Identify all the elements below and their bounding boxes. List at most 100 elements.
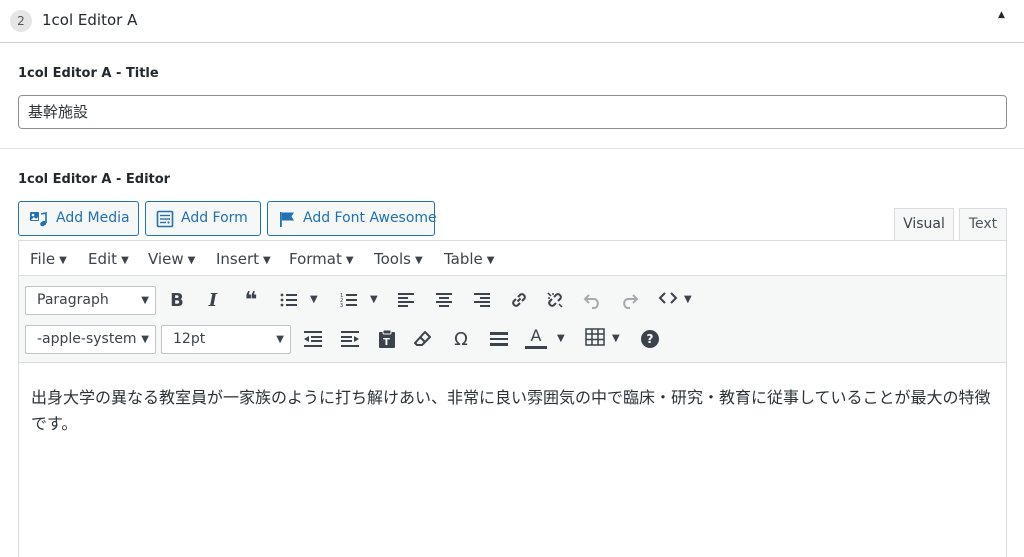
link-button[interactable] — [506, 287, 532, 313]
chevron-down-icon: ▼ — [414, 255, 423, 266]
flag-icon — [280, 211, 294, 227]
menu-table[interactable]: Table ▼ — [444, 250, 495, 268]
menu-tools-label: Tools — [374, 250, 411, 268]
chevron-down-icon: ▼ — [263, 255, 271, 266]
undo-icon — [583, 294, 599, 309]
table-button[interactable] — [582, 324, 608, 350]
numbered-list-dropdown-icon[interactable]: ▼ — [370, 294, 378, 305]
align-left-icon — [398, 293, 414, 307]
tab-visual[interactable]: Visual — [894, 208, 954, 241]
text-color-button[interactable]: A — [523, 325, 549, 351]
clear-formatting-button[interactable] — [410, 326, 436, 352]
indent-icon — [341, 331, 359, 347]
text-color-icon: A — [525, 325, 547, 349]
bullet-list-icon — [280, 293, 297, 307]
menu-format[interactable]: Format ▼ — [289, 250, 354, 268]
table-dropdown-icon[interactable]: ▼ — [612, 333, 620, 344]
text-color-dropdown-icon[interactable]: ▼ — [557, 333, 565, 344]
menu-insert-label: Insert — [216, 250, 260, 268]
help-button[interactable]: ? — [637, 326, 663, 352]
outdent-button[interactable] — [300, 326, 326, 352]
chevron-down-icon: ▼ — [59, 255, 67, 266]
horizontal-line-icon — [490, 332, 508, 346]
chevron-down-icon: ▼ — [121, 255, 129, 266]
panel-number: 2 — [10, 10, 32, 32]
numbered-list-icon: 123 — [340, 293, 357, 308]
panel-title: 1col Editor A — [42, 11, 138, 29]
content-paragraph: 出身大学の異なる教室員が一家族のように打ち解けあい、非常に良い雰囲気の中で臨床・… — [31, 388, 991, 433]
format-select-value: Paragraph — [37, 292, 109, 308]
bold-icon: B — [170, 289, 184, 311]
text-color-glyph: A — [530, 325, 542, 345]
title-input[interactable]: 基幹施設 — [18, 95, 1007, 129]
align-left-button[interactable] — [393, 287, 419, 313]
align-right-button[interactable] — [469, 287, 495, 313]
align-center-icon — [436, 293, 452, 307]
menu-file[interactable]: File ▼ — [30, 250, 67, 268]
menu-view-label: View — [148, 250, 184, 268]
chevron-down-icon: ▼ — [345, 255, 354, 266]
redo-icon — [623, 294, 639, 309]
code-dropdown-icon[interactable]: ▼ — [684, 294, 692, 305]
indent-button[interactable] — [337, 326, 363, 352]
menu-format-label: Format — [289, 250, 342, 268]
chevron-down-icon: ▼ — [276, 334, 284, 345]
editor-toolbar: Paragraph ▼ B I ❝ ▼ 123 ▼ ▼ -apple-syste… — [19, 276, 1006, 363]
horizontal-line-button[interactable] — [486, 326, 512, 352]
font-family-select[interactable]: -apple-system ▼ — [25, 325, 156, 354]
menu-tools[interactable]: Tools ▼ — [374, 250, 423, 268]
add-form-label: Add Form — [181, 210, 248, 226]
align-center-button[interactable] — [431, 287, 457, 313]
chevron-down-icon: ▼ — [187, 255, 196, 266]
italic-icon: I — [208, 289, 218, 311]
editor-content-area[interactable]: 出身大学の異なる教室員が一家族のように打ち解けあい、非常に良い雰囲気の中で臨床・… — [31, 385, 991, 437]
font-size-select[interactable]: 12pt ▼ — [161, 325, 291, 354]
add-media-button[interactable]: Add Media — [18, 201, 139, 236]
italic-button[interactable]: I — [200, 287, 226, 313]
menu-table-label: Table — [444, 250, 483, 268]
menu-insert[interactable]: Insert ▼ — [216, 250, 271, 268]
rich-text-editor: File ▼ Edit ▼ View ▼ Insert ▼ Format ▼ Tools ▼… — [18, 240, 1007, 557]
panel-header[interactable]: 2 1col Editor A ▲ — [0, 0, 1024, 43]
menu-view[interactable]: View ▼ — [148, 250, 195, 268]
unlink-button[interactable] — [542, 287, 568, 313]
code-button[interactable] — [655, 285, 681, 311]
add-form-button[interactable]: Add Form — [145, 201, 261, 236]
blockquote-button[interactable]: ❝ — [238, 287, 264, 313]
svg-text:T: T — [383, 337, 390, 348]
menu-edit[interactable]: Edit ▼ — [88, 250, 129, 268]
add-font-awesome-button[interactable]: Add Font Awesome — [267, 201, 437, 236]
editor-menubar: File ▼ Edit ▼ View ▼ Insert ▼ Format ▼ Tools ▼… — [19, 241, 1006, 276]
format-select[interactable]: Paragraph ▼ — [25, 286, 156, 315]
clear-formatting-icon — [414, 331, 431, 346]
special-character-icon: Ω — [454, 328, 468, 350]
redo-button[interactable] — [616, 287, 642, 313]
collapse-toggle-icon[interactable]: ▲ — [998, 10, 1005, 20]
section-divider — [0, 148, 1024, 149]
chevron-down-icon: ▼ — [141, 295, 149, 306]
special-character-button[interactable]: Ω — [448, 326, 474, 352]
undo-button[interactable] — [580, 287, 606, 313]
paste-as-text-button[interactable]: T — [374, 326, 400, 352]
numbered-list-button[interactable]: 123 — [336, 287, 362, 313]
table-icon — [585, 328, 605, 346]
bullet-list-button[interactable] — [276, 287, 302, 313]
add-font-awesome-label: Add Font Awesome — [303, 210, 437, 226]
menu-edit-label: Edit — [88, 250, 118, 268]
bold-button[interactable]: B — [164, 287, 190, 313]
chevron-down-icon: ▼ — [486, 255, 495, 266]
paste-text-icon: T — [379, 329, 395, 348]
svg-text:3: 3 — [340, 303, 343, 308]
unlink-icon — [547, 292, 563, 308]
bullet-list-dropdown-icon[interactable]: ▼ — [310, 294, 318, 305]
font-family-select-value: -apple-system — [37, 331, 137, 347]
tab-text[interactable]: Text — [959, 208, 1007, 241]
outdent-icon — [304, 331, 322, 347]
editor-field-label: 1col Editor A - Editor — [18, 172, 171, 187]
chevron-down-icon: ▼ — [141, 334, 149, 345]
menu-file-label: File — [30, 250, 56, 268]
title-field-label: 1col Editor A - Title — [18, 66, 159, 81]
help-icon: ? — [641, 330, 659, 348]
blockquote-icon: ❝ — [244, 287, 258, 313]
add-media-label: Add Media — [56, 210, 130, 226]
